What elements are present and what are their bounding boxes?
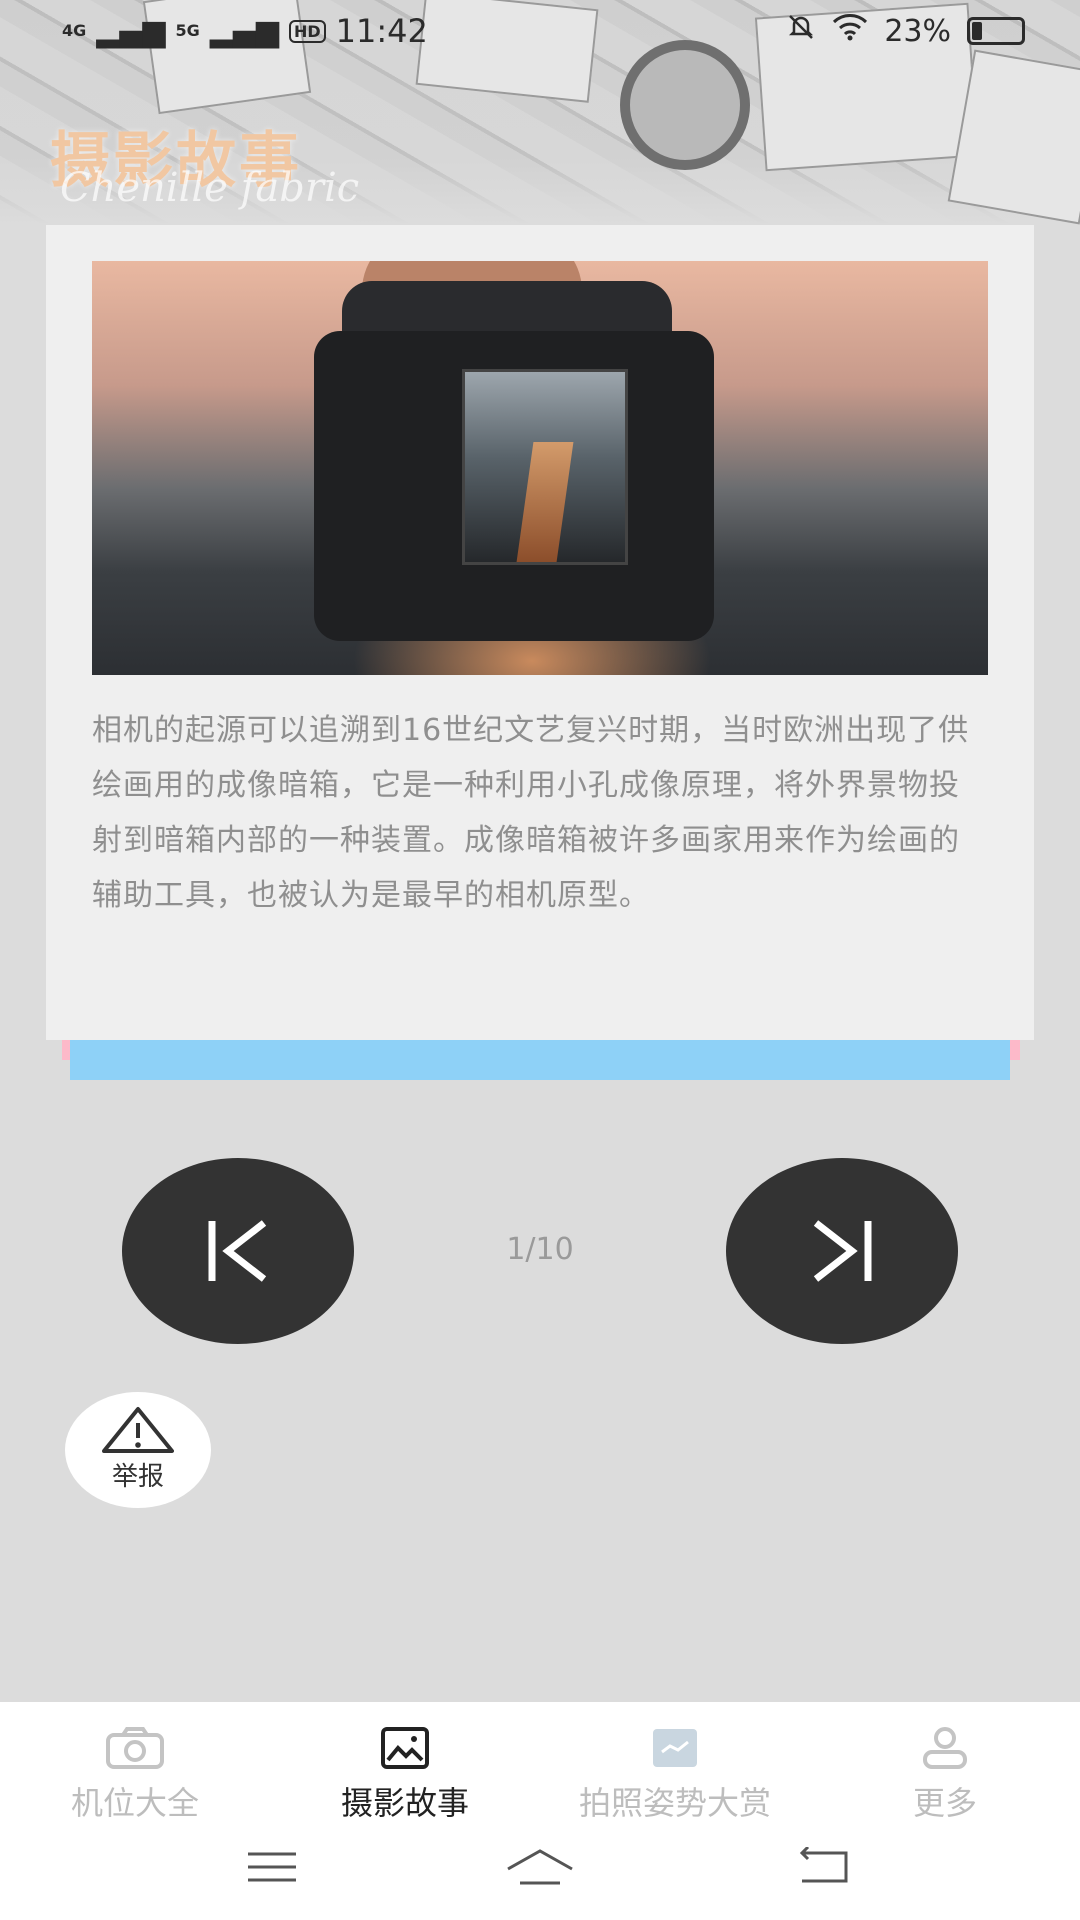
signal-bars-icon: ▂▄▆	[96, 13, 166, 49]
card-accent-blue	[70, 1040, 1010, 1080]
system-menu-button[interactable]	[222, 1842, 322, 1892]
tab-label: 机位大全	[70, 1784, 199, 1822]
report-label: 举报	[111, 1462, 164, 1492]
story-card: 相机的起源可以追溯到16世纪文艺复兴时期，当时欧洲出现了供绘画用的成像暗箱，它是…	[46, 225, 1034, 1040]
skip-previous-icon	[208, 1220, 267, 1282]
image-icon	[381, 1727, 429, 1769]
mute-icon	[786, 12, 816, 50]
warning-icon	[102, 1407, 174, 1453]
user-icon	[923, 1727, 967, 1769]
previous-button[interactable]	[122, 1158, 354, 1344]
picture-icon	[653, 1729, 697, 1767]
wifi-icon	[832, 13, 868, 49]
tab-label: 摄影故事	[340, 1784, 469, 1822]
page-subtitle: Chenille fabric	[60, 165, 360, 211]
clock: 11:42	[335, 12, 428, 50]
signal-4g: 4G	[62, 21, 87, 40]
system-home-button[interactable]	[490, 1842, 590, 1892]
signal-bars-icon: ▂▄▆	[209, 13, 279, 49]
tab-label: 拍照姿势大赏	[578, 1784, 771, 1822]
header-banner: 4G ▂▄▆ 5G ▂▄▆ HD 11:42 23% 摄影故事 Chenille…	[0, 0, 1080, 225]
system-back-button[interactable]	[774, 1842, 874, 1892]
signal-5g: 5G	[175, 21, 200, 40]
back-icon	[799, 1847, 848, 1883]
status-bar: 4G ▂▄▆ 5G ▂▄▆ HD 11:42 23%	[0, 0, 1080, 64]
camera-icon	[106, 1727, 164, 1769]
tab-photo-poses[interactable]: 拍照姿势大赏	[540, 1726, 810, 1824]
tab-label: 更多	[912, 1784, 977, 1822]
menu-icon	[248, 1852, 296, 1882]
hd-badge: HD	[288, 19, 326, 43]
battery-percent: 23%	[884, 13, 951, 49]
tab-more[interactable]: 更多	[810, 1726, 1080, 1824]
story-text: 相机的起源可以追溯到16世纪文艺复兴时期，当时欧洲出现了供绘画用的成像暗箱，它是…	[92, 713, 970, 913]
story-photo	[92, 261, 988, 675]
battery-icon	[967, 17, 1025, 45]
next-button[interactable]	[726, 1158, 958, 1344]
home-icon	[507, 1849, 573, 1885]
tab-camera-positions[interactable]: 机位大全	[0, 1726, 270, 1824]
skip-next-icon	[813, 1220, 872, 1282]
tab-photography-stories[interactable]: 摄影故事	[270, 1726, 540, 1824]
bottom-tab-bar: 机位大全 摄影故事 拍照姿势大赏 更多	[0, 1702, 1080, 1920]
page-indicator: 1/10	[506, 1232, 574, 1267]
report-button[interactable]: 举报	[65, 1392, 211, 1508]
photo-camera-screen	[462, 369, 628, 565]
